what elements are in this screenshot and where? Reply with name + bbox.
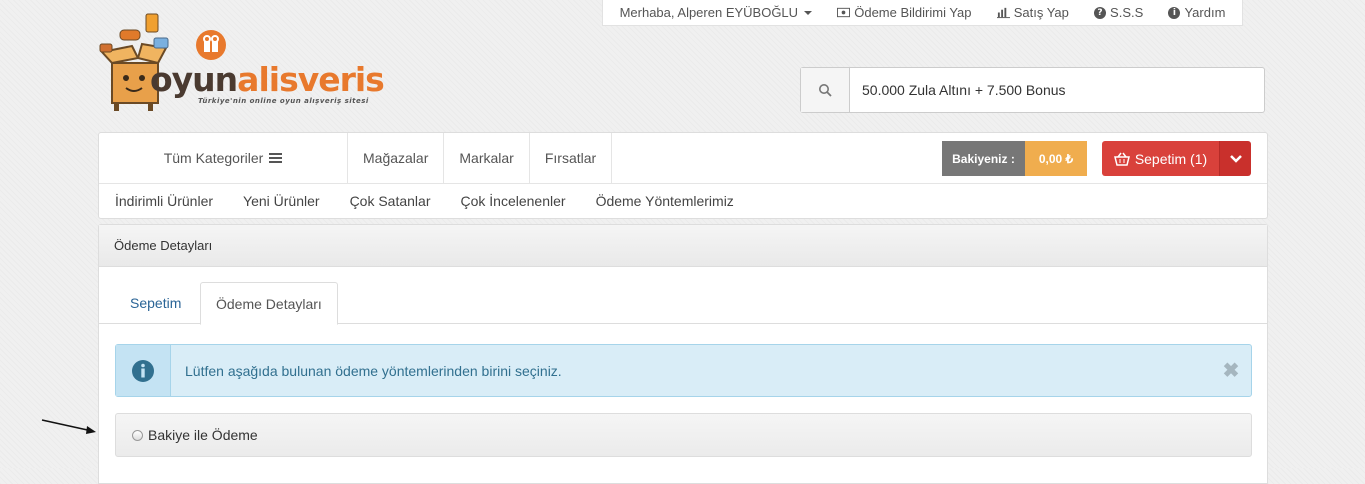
alert-icon-box [116,345,171,396]
user-topbar: Merhaba, Alperen EYÜBOĞLU Ödeme Bildirim… [602,0,1243,26]
help-label: Yardım [1184,5,1226,20]
nav-new[interactable]: Yeni Ürünler [243,193,320,209]
logo-part2: alisveris [237,60,385,99]
logo-part1: oyun [150,60,238,99]
tab-cart[interactable]: Sepetim [115,282,196,324]
gift-icon [196,30,226,60]
money-icon [837,7,851,18]
site-logo[interactable]: oyunalisveris Türkiye'nin online oyun al… [98,8,428,118]
chevron-down-icon [1229,154,1242,163]
nav-discounted[interactable]: İndirimli Ürünler [115,193,213,209]
tab-bar: Sepetim Ödeme Detayları [99,267,1267,325]
nav-deals[interactable]: Fırsatlar [530,133,613,183]
all-categories-button[interactable]: Tüm Kategoriler [99,133,348,183]
payment-notice-link[interactable]: Ödeme Bildirimi Yap [837,5,972,20]
sell-label: Satış Yap [1013,5,1069,20]
nav-secondary: İndirimli Ürünler Yeni Ürünler Çok Satan… [99,184,1267,218]
balance-widget[interactable]: Bakiyeniz : 0,00 ₺ [942,141,1087,176]
logo-tagline: Türkiye'nin online oyun alışveriş sitesi [198,97,369,105]
user-menu[interactable]: Merhaba, Alperen EYÜBOĞLU [619,5,813,20]
search-bar [800,67,1265,113]
payment-notice-label: Ödeme Bildirimi Yap [854,5,972,20]
nav-primary: Tüm Kategoriler Mağazalar Markalar Fırsa… [99,133,1267,184]
arrow-icon [41,419,96,434]
nav-payment-methods[interactable]: Ödeme Yöntemlerimiz [596,193,734,209]
nav-brands[interactable]: Markalar [444,133,530,183]
question-icon: ? [1094,6,1107,19]
all-categories-label: Tüm Kategoriler [163,150,264,166]
info-icon: i [1168,6,1181,19]
caret-down-icon [804,10,813,15]
alert-text: Lütfen aşağıda bulunan ödeme yöntemlerin… [185,362,562,379]
logo-wordmark: oyunalisveris [150,60,385,99]
cart-button[interactable]: Sepetim (1) [1102,141,1220,176]
close-icon[interactable]: ✖ [1211,358,1251,383]
nav-most-viewed[interactable]: Çok İncelenenler [461,193,566,209]
balance-label: Bakiyeniz : [942,141,1025,176]
info-icon [132,359,154,382]
help-link[interactable]: i Yardım [1168,5,1225,20]
option-label: Bakiye ile Ödeme [148,427,258,443]
nav-stores[interactable]: Mağazalar [348,133,445,183]
bar-chart-icon [996,7,1010,19]
search-icon [819,84,832,97]
search-button[interactable] [801,68,850,112]
faq-link[interactable]: ? S.S.S [1094,5,1143,20]
cart-dropdown-toggle[interactable] [1220,141,1251,176]
option-radio[interactable] [132,429,143,441]
search-input[interactable] [850,68,1264,112]
payment-option-balance[interactable]: Bakiye ile Ödeme [115,413,1252,457]
panel-title: Ödeme Detayları [99,225,1267,267]
tab-payment-details[interactable]: Ödeme Detayları [200,282,338,325]
cart-label: Sepetim (1) [1134,150,1208,167]
main-nav: Tüm Kategoriler Mağazalar Markalar Fırsa… [98,132,1268,219]
user-greeting: Merhaba, Alperen EYÜBOĞLU [619,5,799,20]
hamburger-icon [269,153,283,163]
nav-bestsellers[interactable]: Çok Satanlar [350,193,431,209]
payment-panel: Ödeme Detayları Sepetim Ödeme Detayları … [98,224,1268,484]
faq-label: S.S.S [1110,5,1144,20]
balance-value: 0,00 ₺ [1025,141,1087,176]
info-alert: Lütfen aşağıda bulunan ödeme yöntemlerin… [115,344,1252,397]
basket-icon [1113,152,1130,166]
cart-group: Sepetim (1) [1102,141,1251,176]
sell-link[interactable]: Satış Yap [996,5,1069,20]
